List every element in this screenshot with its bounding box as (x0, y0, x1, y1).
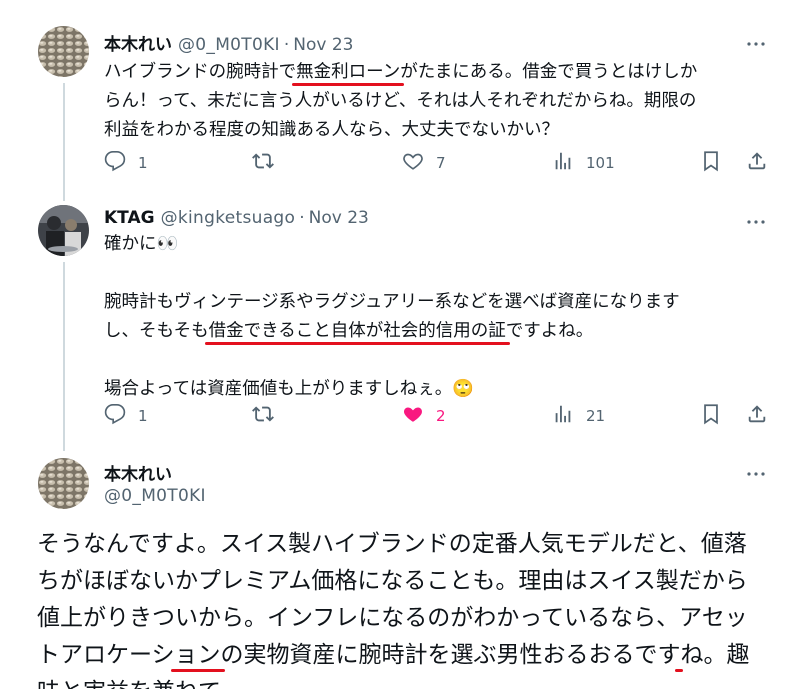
text-line: て。 (198, 679, 243, 689)
tweet-1[interactable]: 本木れい @0_M0T0KI · Nov 23 ハイブランドの腕時計で無金利ロー… (0, 0, 800, 201)
user-handle[interactable]: @0_M0T0KI (104, 486, 206, 506)
views-icon (552, 403, 574, 429)
bookmark-icon (700, 150, 722, 176)
text-line: 利益をわかる程度の知識ある人なら、大丈夫でないかい？ (104, 116, 774, 145)
text-line: 場合よっては資産価値も上がりますしねぇ。🙄 (104, 375, 774, 404)
like-count: 2 (436, 407, 446, 425)
user-handle[interactable]: @kingketsuago (161, 208, 296, 228)
more-icon[interactable] (744, 32, 768, 56)
share-button[interactable] (746, 403, 768, 429)
reply-count: 1 (138, 407, 148, 425)
tweet-header: KTAG @kingketsuago · Nov 23 (104, 208, 369, 228)
author-handle: @0_M0T0KI (104, 486, 206, 506)
user-handle[interactable]: @0_M0T0KI (178, 35, 280, 55)
text-line: ハイブランドの腕時計で無金利ローンがたまにある。借金で買うとはけしか (104, 58, 774, 87)
retweet-icon (252, 403, 274, 429)
text-segment: 利益をわかる程度の知識ある人なら、大丈夫でないかい？ (104, 120, 559, 140)
highlighted-phrase: 無金利ローン (296, 62, 401, 82)
text-segment: らん！って、未だに言う人がいるけど、それは人それぞれだからね。期限の (104, 91, 697, 111)
bookmark-button[interactable] (700, 150, 722, 176)
text-line: 確かに👀 (104, 230, 774, 259)
text-line: らん！って、未だに言う人がいるけど、それは人それぞれだからね。期限の (104, 87, 774, 116)
text-segment: 腕時計もヴィンテージ系やラグジュアリー系などを選べば資産になります (104, 292, 680, 312)
view-count: 101 (586, 154, 615, 172)
avatar[interactable] (38, 26, 89, 77)
like-count: 7 (436, 154, 446, 172)
text-segment: きついから。インフレになるのがわかっているなら、 (129, 605, 680, 631)
highlighted-phrase: ョン (174, 642, 221, 668)
text-segment: ですよね。 (505, 321, 594, 341)
reply-count: 1 (138, 154, 148, 172)
retweet-button[interactable] (252, 403, 286, 429)
share-icon (746, 403, 768, 429)
action-bar: 1 2 21 (104, 403, 774, 429)
like-button[interactable]: 7 (402, 150, 446, 176)
text-segment: 確かに👀 (104, 234, 179, 254)
text-line: 腕時計もヴィンテージ系やラグジュアリー系などを選べば資産になります (104, 288, 774, 317)
separator: · (299, 208, 305, 228)
thread-line (63, 262, 65, 451)
tweet-text: ハイブランドの腕時計で無金利ローンがたまにある。借金で買うとはけしからん！って、… (104, 58, 774, 145)
tweet-header: 本木れい @0_M0T0KI · Nov 23 (104, 30, 354, 55)
share-icon (746, 150, 768, 176)
views-button[interactable]: 101 (552, 150, 615, 176)
author-name: 本木れい (104, 460, 172, 485)
retweet-icon (252, 150, 274, 176)
text-segment: ハイブランドの腕時計で (104, 62, 297, 82)
like-icon (402, 403, 424, 429)
tweet-text: そうなんですよ。スイス製ハイブランドの定番人気モデルだと、値落ちがほぼないかプレ… (37, 526, 767, 689)
display-name[interactable]: 本木れい (104, 30, 172, 55)
views-icon (552, 150, 574, 176)
avatar[interactable] (38, 458, 89, 509)
like-button[interactable]: 2 (402, 403, 446, 429)
thread-line (63, 83, 65, 201)
reply-icon (104, 403, 126, 429)
display-name[interactable]: KTAG (104, 208, 155, 228)
separator: · (283, 35, 290, 55)
reply-button[interactable]: 1 (104, 150, 148, 176)
retweet-button[interactable] (252, 150, 286, 176)
timestamp[interactable]: Nov 23 (293, 35, 353, 55)
text-line: し、そもそも借金できること自体が社会的信用の証ですよね。 (104, 317, 774, 346)
more-icon[interactable] (744, 462, 768, 486)
bookmark-icon (700, 403, 722, 429)
reply-icon (104, 150, 126, 176)
text-segment: 場合よっては資産価値も上がりますしねぇ。🙄 (104, 379, 475, 399)
text-segment: がたまにある。借金で買うとはけしか (400, 62, 698, 82)
text-segment: て。 (198, 679, 243, 689)
highlighted-phrase: 借金できること自体が社会的信用の証 (208, 321, 506, 341)
views-button[interactable]: 21 (552, 403, 605, 429)
reply-button[interactable]: 1 (104, 403, 148, 429)
text-segment: し、そもそも (104, 321, 209, 341)
tweet-text: 確かに👀 腕時計もヴィンテージ系やラグジュアリー系などを選べば資産になります し、そ… (104, 230, 774, 404)
bookmark-button[interactable] (700, 403, 722, 429)
like-icon (402, 150, 424, 176)
timestamp[interactable]: Nov 23 (309, 208, 369, 228)
action-bar: 1 7 101 (104, 150, 774, 176)
display-name[interactable]: 本木れい (104, 460, 172, 485)
tweet-2[interactable]: KTAG @kingketsuago · Nov 23 確かに👀 腕時計もヴィンテ… (0, 200, 800, 451)
view-count: 21 (586, 407, 606, 425)
share-button[interactable] (746, 150, 768, 176)
tweet-3-focused: 本木れい @0_M0T0KI そうなんですよ。スイス製ハイブランドの定番人気モデ… (0, 450, 800, 689)
avatar[interactable] (38, 205, 89, 256)
